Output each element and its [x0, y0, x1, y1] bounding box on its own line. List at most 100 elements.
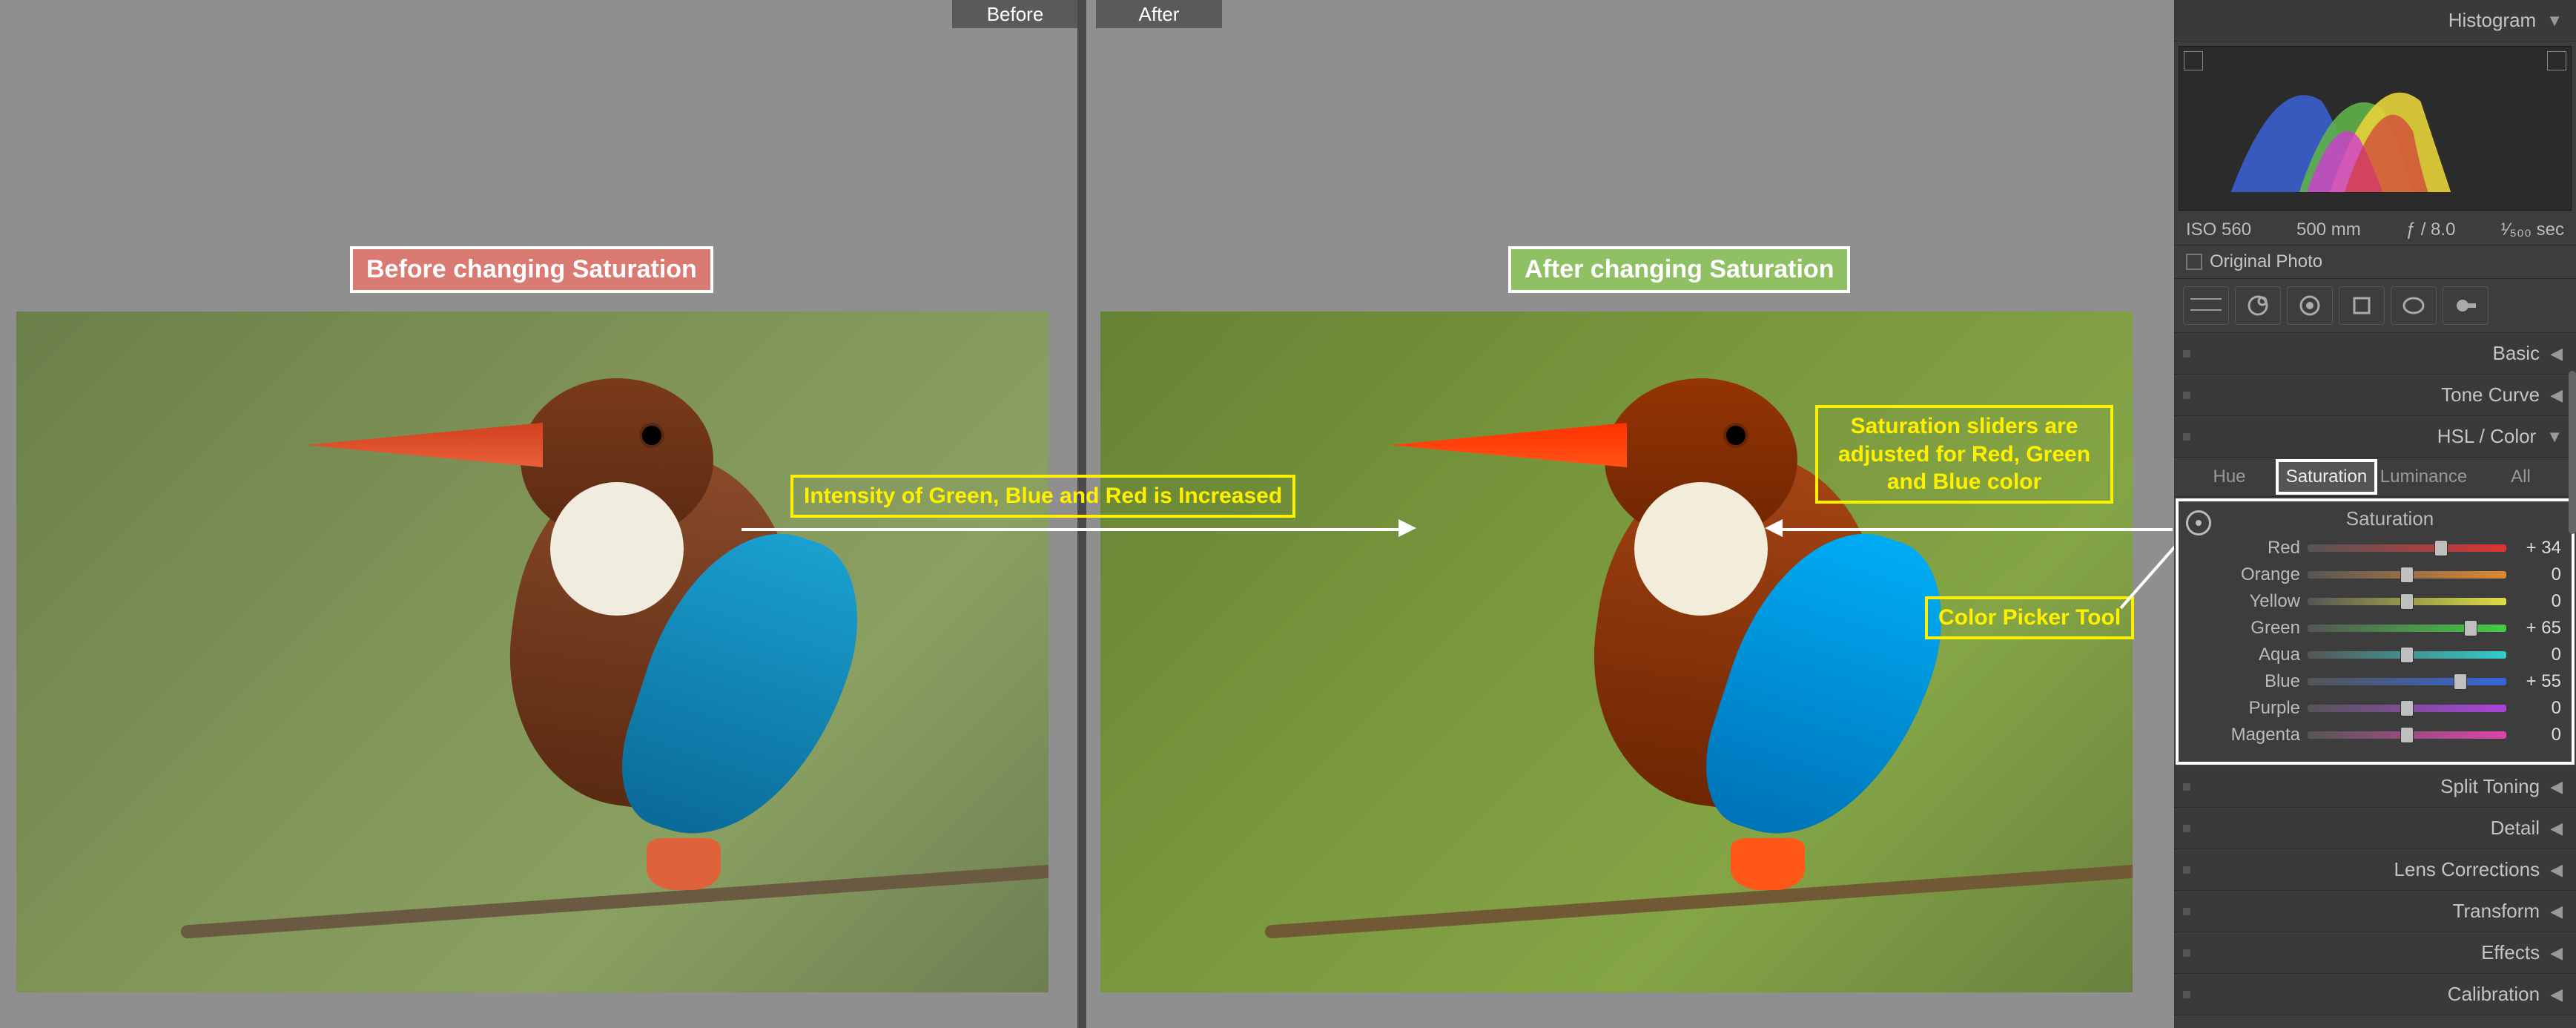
- slider-track[interactable]: [2308, 571, 2506, 579]
- slider-thumb[interactable]: [2454, 673, 2467, 690]
- redeye-tool-icon[interactable]: [2287, 286, 2333, 325]
- develop-panel: Histogram ▼ ISO 560 500 mm ƒ / 8.0 ¹⁄₅₀₀…: [2174, 0, 2576, 1028]
- compare-viewer: Before After Before changing Saturation …: [0, 0, 2174, 1028]
- arrow-sliders-head: [1765, 519, 1783, 537]
- badge-before: Before changing Saturation: [350, 246, 713, 293]
- slider-thumb[interactable]: [2434, 540, 2448, 556]
- annotation-intensity: Intensity of Green, Blue and Red is Incr…: [790, 475, 1295, 518]
- slider-track[interactable]: [2308, 678, 2506, 685]
- exif-shutter: ¹⁄₅₀₀ sec: [2500, 220, 2564, 240]
- histogram-label: Histogram: [2448, 9, 2536, 32]
- slider-magenta[interactable]: Magenta 0: [2219, 722, 2561, 748]
- histogram[interactable]: [2179, 46, 2572, 211]
- after-tab[interactable]: After: [1096, 0, 1222, 28]
- slider-value: + 34: [2514, 538, 2561, 559]
- slider-track[interactable]: [2308, 598, 2506, 605]
- slider-label: Magenta: [2219, 725, 2300, 745]
- split-toning-header[interactable]: Split Toning◀: [2174, 766, 2576, 808]
- chevron-left-icon: ◀: [2550, 943, 2563, 963]
- slider-label: Aqua: [2219, 645, 2300, 665]
- slider-red[interactable]: Red + 34: [2219, 535, 2561, 561]
- chevron-left-icon: ◀: [2550, 386, 2563, 405]
- slider-label: Purple: [2219, 698, 2300, 719]
- gradient-tool-icon[interactable]: [2339, 286, 2385, 325]
- original-photo-row[interactable]: Original Photo: [2174, 246, 2576, 279]
- slider-label: Red: [2219, 538, 2300, 559]
- badge-after: After changing Saturation: [1508, 246, 1850, 293]
- slider-track[interactable]: [2308, 705, 2506, 712]
- slider-value: 0: [2514, 698, 2561, 719]
- slider-purple[interactable]: Purple 0: [2219, 695, 2561, 722]
- slider-track[interactable]: [2308, 651, 2506, 659]
- chevron-left-icon: ◀: [2550, 860, 2563, 880]
- slider-value: 0: [2514, 564, 2561, 585]
- slider-thumb[interactable]: [2400, 727, 2414, 743]
- tool-strip: [2174, 279, 2576, 333]
- lens-corrections-header[interactable]: Lens Corrections◀: [2174, 849, 2576, 891]
- tone-curve-header[interactable]: Tone Curve◀: [2174, 375, 2576, 416]
- histogram-header[interactable]: Histogram ▼: [2174, 0, 2576, 42]
- radial-tool-icon[interactable]: [2391, 286, 2437, 325]
- arrow-picker: [1928, 512, 2195, 630]
- slider-thumb[interactable]: [2400, 700, 2414, 716]
- slider-label: Yellow: [2219, 591, 2300, 612]
- slider-track[interactable]: [2308, 544, 2506, 552]
- hsl-header[interactable]: HSL / Color▼: [2174, 416, 2576, 458]
- target-adjust-icon[interactable]: [2186, 510, 2211, 536]
- checkbox-icon[interactable]: [2186, 254, 2202, 270]
- chevron-down-icon: ▼: [2546, 11, 2563, 30]
- slider-value: 0: [2514, 725, 2561, 745]
- slider-label: Orange: [2219, 564, 2300, 585]
- slider-aqua[interactable]: Aqua 0: [2219, 642, 2561, 668]
- slider-thumb[interactable]: [2400, 567, 2414, 583]
- chevron-left-icon: ◀: [2550, 819, 2563, 838]
- exif-iso: ISO 560: [2186, 220, 2251, 240]
- slider-thumb[interactable]: [2464, 620, 2477, 636]
- slider-orange[interactable]: Orange 0: [2219, 561, 2561, 588]
- slider-label: Green: [2219, 618, 2300, 639]
- chevron-left-icon: ◀: [2550, 985, 2563, 1004]
- hsl-tab-hue[interactable]: Hue: [2182, 462, 2277, 492]
- chevron-down-icon: ▼: [2546, 427, 2563, 447]
- chevron-left-icon: ◀: [2550, 902, 2563, 921]
- transform-header[interactable]: Transform◀: [2174, 891, 2576, 932]
- hsl-tab-all[interactable]: All: [2473, 462, 2569, 492]
- chevron-left-icon: ◀: [2550, 344, 2563, 363]
- hsl-saturation-body: Saturation Red + 34 Orange 0 Yellow 0 Green + 6…: [2179, 501, 2572, 762]
- slider-thumb[interactable]: [2400, 647, 2414, 663]
- slider-value: 0: [2514, 645, 2561, 665]
- slider-blue[interactable]: Blue + 55: [2219, 668, 2561, 695]
- arrow-intensity-head: [1398, 519, 1416, 537]
- before-tab[interactable]: Before: [952, 0, 1078, 28]
- exif-aperture: ƒ / 8.0: [2406, 220, 2456, 240]
- brush-tool-icon[interactable]: [2443, 286, 2489, 325]
- hsl-tabs: Hue Saturation Luminance All: [2174, 458, 2576, 497]
- crop-tool-icon[interactable]: [2183, 286, 2229, 325]
- before-photo[interactable]: [16, 312, 1048, 992]
- slider-value: + 65: [2514, 618, 2561, 639]
- exif-focal: 500 mm: [2296, 220, 2361, 240]
- detail-header[interactable]: Detail◀: [2174, 808, 2576, 849]
- calibration-header[interactable]: Calibration◀: [2174, 974, 2576, 1015]
- effects-header[interactable]: Effects◀: [2174, 932, 2576, 974]
- slider-green[interactable]: Green + 65: [2219, 615, 2561, 642]
- hsl-tab-saturation[interactable]: Saturation: [2279, 462, 2374, 492]
- slider-thumb[interactable]: [2400, 593, 2414, 610]
- slider-value: + 55: [2514, 671, 2561, 692]
- arrow-intensity: [742, 528, 1401, 531]
- basic-header[interactable]: Basic◀: [2174, 333, 2576, 375]
- annotation-sliders: Saturation sliders are adjusted for Red,…: [1815, 405, 2113, 504]
- compare-topbar: Before After: [0, 0, 2174, 28]
- spot-tool-icon[interactable]: [2235, 286, 2281, 325]
- slider-label: Blue: [2219, 671, 2300, 692]
- hsl-body-title: Saturation: [2219, 507, 2561, 530]
- panel-scrollbar[interactable]: [2569, 371, 2576, 534]
- slider-track[interactable]: [2308, 731, 2506, 739]
- slider-value: 0: [2514, 591, 2561, 612]
- exif-row: ISO 560 500 mm ƒ / 8.0 ¹⁄₅₀₀ sec: [2174, 215, 2576, 246]
- chevron-left-icon: ◀: [2550, 777, 2563, 797]
- slider-yellow[interactable]: Yellow 0: [2219, 588, 2561, 615]
- hsl-tab-luminance[interactable]: Luminance: [2376, 462, 2471, 492]
- original-photo-label: Original Photo: [2210, 251, 2322, 272]
- slider-track[interactable]: [2308, 625, 2506, 632]
